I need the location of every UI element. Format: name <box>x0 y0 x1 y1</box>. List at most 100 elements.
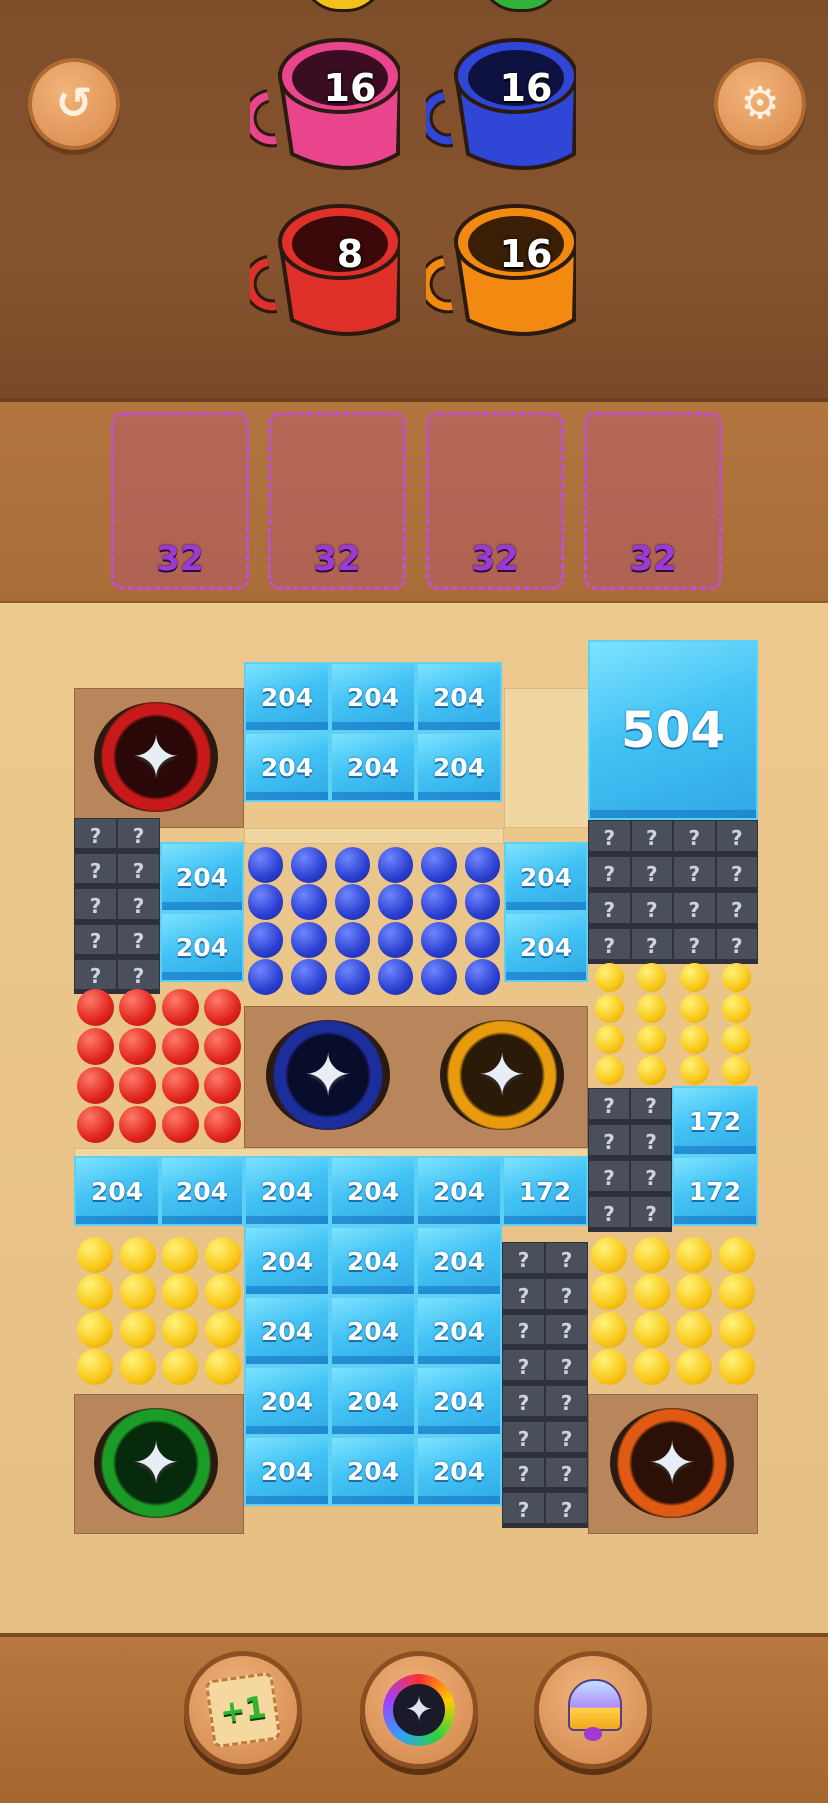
ice-block[interactable]: 204 <box>330 1156 416 1226</box>
mystery-tile[interactable]: ? <box>502 1492 545 1528</box>
mystery-tile[interactable]: ? <box>117 888 160 924</box>
slot-2[interactable]: 32 <box>268 412 406 590</box>
cup-orange[interactable]: 16 <box>426 200 576 340</box>
spinner-orange-yellow[interactable]: ✦ <box>440 1020 564 1130</box>
ice-block[interactable]: 204 <box>244 1436 330 1506</box>
mystery-tile[interactable]: ? <box>715 892 758 928</box>
mystery-tile[interactable]: ? <box>630 928 673 964</box>
mystery-tile[interactable]: ? <box>588 892 631 928</box>
add-slot-tool[interactable]: +1 <box>184 1651 302 1769</box>
ice-block[interactable]: 204 <box>330 662 416 732</box>
ice-block[interactable]: 204 <box>416 732 502 802</box>
ice-block[interactable]: 204 <box>244 732 330 802</box>
mystery-tile[interactable]: ? <box>545 1385 588 1421</box>
ice-block[interactable]: 204 <box>504 912 588 982</box>
mystery-tile[interactable]: ? <box>630 892 673 928</box>
mystery-tile[interactable]: ? <box>502 1456 545 1493</box>
ice-block[interactable]: 204 <box>330 1296 416 1366</box>
mystery-tile[interactable]: ? <box>117 923 160 959</box>
slot-3[interactable]: 32 <box>426 412 564 590</box>
mystery-tile[interactable]: ? <box>74 888 117 924</box>
mystery-tile[interactable]: ? <box>630 1160 672 1196</box>
ice-block[interactable]: 204 <box>416 1436 502 1506</box>
bell-tool[interactable] <box>534 1651 652 1769</box>
ice-block[interactable]: 204 <box>416 1366 502 1436</box>
mystery-tile[interactable]: ? <box>74 853 117 889</box>
mystery-tile[interactable]: ? <box>630 1196 672 1232</box>
mystery-tile[interactable]: ? <box>502 1277 545 1314</box>
settings-button[interactable]: ⚙ <box>714 58 806 150</box>
mystery-tile[interactable]: ? <box>502 1385 545 1421</box>
ice-block[interactable]: 204 <box>160 1156 244 1226</box>
ice-block[interactable]: 204 <box>244 1296 330 1366</box>
spinner-red[interactable]: ✦ <box>94 702 218 812</box>
mystery-tile[interactable]: ? <box>715 928 758 964</box>
spinner-blue[interactable]: ✦ <box>266 1020 390 1130</box>
ice-block[interactable]: 204 <box>160 842 244 912</box>
slot-4[interactable]: 32 <box>584 412 722 590</box>
ice-block[interactable]: 204 <box>416 662 502 732</box>
ice-block[interactable]: 172 <box>672 1156 758 1226</box>
mystery-tile[interactable]: ? <box>117 818 160 854</box>
ice-block[interactable]: 172 <box>502 1156 588 1226</box>
restart-button[interactable]: ↺ <box>28 58 120 150</box>
mystery-tile[interactable]: ? <box>630 856 673 892</box>
mystery-tile[interactable]: ? <box>545 1492 588 1528</box>
mystery-tile[interactable]: ? <box>74 818 117 854</box>
mystery-tile[interactable]: ? <box>588 928 631 964</box>
mystery-tile[interactable]: ? <box>117 853 160 889</box>
mystery-tile[interactable]: ? <box>74 923 117 959</box>
ice-block[interactable]: 204 <box>504 842 588 912</box>
mystery-tile[interactable]: ? <box>588 1124 630 1160</box>
ice-block[interactable]: 204 <box>330 1436 416 1506</box>
ice-block[interactable]: 204 <box>244 1366 330 1436</box>
mystery-tile[interactable]: ? <box>673 856 716 892</box>
ice-block[interactable]: 204 <box>330 1366 416 1436</box>
ice-block[interactable]: 204 <box>416 1296 502 1366</box>
mystery-tile[interactable]: ? <box>545 1242 588 1278</box>
mystery-tile[interactable]: ? <box>545 1456 588 1493</box>
mystery-tile[interactable]: ? <box>715 820 758 856</box>
mystery-tile[interactable]: ? <box>545 1349 588 1385</box>
mystery-tile[interactable]: ? <box>673 892 716 928</box>
mystery-tile[interactable]: ? <box>588 1088 630 1124</box>
ice-block[interactable]: 204 <box>244 662 330 732</box>
mystery-tile[interactable]: ? <box>630 1088 672 1124</box>
mystery-tile[interactable]: ? <box>502 1242 545 1278</box>
ice-block[interactable]: 204 <box>160 912 244 982</box>
mystery-tile[interactable]: ? <box>502 1349 545 1385</box>
mystery-tile[interactable]: ? <box>502 1420 545 1457</box>
add-slot-label: +1 <box>217 1689 269 1731</box>
slot-count: 32 <box>156 539 204 579</box>
ice-block-large[interactable]: 504 <box>588 640 758 820</box>
mystery-tile[interactable]: ? <box>588 856 631 892</box>
ice-block[interactable]: 204 <box>244 1156 330 1226</box>
mystery-tile[interactable]: ? <box>545 1420 588 1457</box>
mystery-tile[interactable]: ? <box>630 820 673 856</box>
mystery-tile[interactable]: ? <box>588 1196 630 1232</box>
ice-block[interactable]: 204 <box>416 1156 502 1226</box>
mystery-tile[interactable]: ? <box>673 820 716 856</box>
ice-block[interactable]: 204 <box>244 1226 330 1296</box>
ice-block[interactable]: 204 <box>74 1156 160 1226</box>
ice-block[interactable]: 172 <box>672 1086 758 1156</box>
mystery-tile[interactable]: ? <box>545 1313 588 1350</box>
mystery-tile[interactable]: ? <box>588 1160 630 1196</box>
ice-block[interactable]: 204 <box>330 1226 416 1296</box>
mystery-tile[interactable]: ? <box>715 856 758 892</box>
spinner-orange[interactable]: ✦ <box>610 1408 734 1518</box>
mystery-tile[interactable]: ? <box>630 1124 672 1160</box>
mystery-tile[interactable]: ? <box>545 1277 588 1314</box>
slot-1[interactable]: 32 <box>111 412 249 590</box>
cup-pink[interactable]: 16 <box>250 34 400 174</box>
mystery-tile[interactable]: ? <box>588 820 631 856</box>
shuffle-tool[interactable]: ✦ <box>360 1651 478 1769</box>
lemon <box>162 1236 199 1273</box>
spinner-green[interactable]: ✦ <box>94 1408 218 1518</box>
cup-red[interactable]: 8 <box>250 200 400 340</box>
cup-blue[interactable]: 16 <box>426 34 576 174</box>
ice-block[interactable]: 204 <box>416 1226 502 1296</box>
mystery-tile[interactable]: ? <box>673 928 716 964</box>
mystery-tile[interactable]: ? <box>502 1313 545 1350</box>
ice-block[interactable]: 204 <box>330 732 416 802</box>
